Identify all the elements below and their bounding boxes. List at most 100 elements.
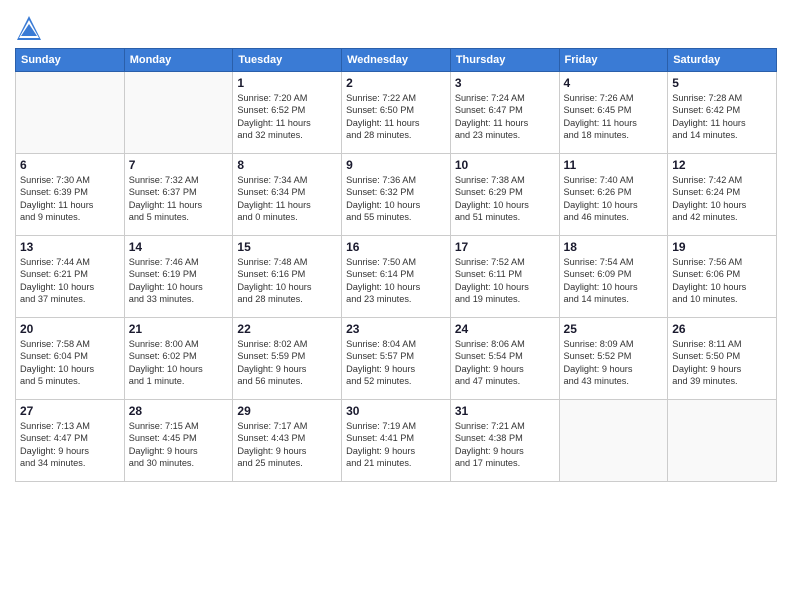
day-detail: Sunrise: 7:42 AM Sunset: 6:24 PM Dayligh… <box>672 174 772 224</box>
calendar-cell: 14 Sunrise: 7:46 AM Sunset: 6:19 PM Dayli… <box>124 236 233 318</box>
calendar-cell: 31 Sunrise: 7:21 AM Sunset: 4:38 PM Dayli… <box>450 400 559 482</box>
day-detail: Sunrise: 7:38 AM Sunset: 6:29 PM Dayligh… <box>455 174 555 224</box>
calendar-cell: 22 Sunrise: 8:02 AM Sunset: 5:59 PM Dayli… <box>233 318 342 400</box>
day-number: 17 <box>455 240 555 254</box>
header <box>15 10 777 42</box>
day-detail: Sunrise: 7:54 AM Sunset: 6:09 PM Dayligh… <box>564 256 664 306</box>
day-number: 31 <box>455 404 555 418</box>
day-number: 21 <box>129 322 229 336</box>
calendar-cell: 28Sunrise: 7:15 AM Sunset: 4:45 PM Dayli… <box>124 400 233 482</box>
calendar-cell <box>668 400 777 482</box>
day-detail: Sunrise: 7:22 AM Sunset: 6:50 PM Dayligh… <box>346 92 446 142</box>
day-detail: Sunrise: 7:26 AM Sunset: 6:45 PM Dayligh… <box>564 92 664 142</box>
calendar-header-row: SundayMondayTuesdayWednesdayThursdayFrid… <box>16 49 777 72</box>
calendar-cell: 19 Sunrise: 7:56 AM Sunset: 6:06 PM Dayli… <box>668 236 777 318</box>
day-detail: Sunrise: 8:09 AM Sunset: 5:52 PM Dayligh… <box>564 338 664 388</box>
day-number: 12 <box>672 158 772 172</box>
day-header-monday: Monday <box>124 49 233 72</box>
day-number: 16 <box>346 240 446 254</box>
day-number: 19 <box>672 240 772 254</box>
day-number: 9 <box>346 158 446 172</box>
day-number: 1 <box>237 76 337 90</box>
calendar-week-4: 20Sunrise: 7:58 AM Sunset: 6:04 PM Dayli… <box>16 318 777 400</box>
day-detail: Sunrise: 7:36 AM Sunset: 6:32 PM Dayligh… <box>346 174 446 224</box>
calendar-cell: 27Sunrise: 7:13 AM Sunset: 4:47 PM Dayli… <box>16 400 125 482</box>
day-header-saturday: Saturday <box>668 49 777 72</box>
day-detail: Sunrise: 7:46 AM Sunset: 6:19 PM Dayligh… <box>129 256 229 306</box>
day-detail: Sunrise: 8:06 AM Sunset: 5:54 PM Dayligh… <box>455 338 555 388</box>
day-number: 4 <box>564 76 664 90</box>
day-detail: Sunrise: 7:15 AM Sunset: 4:45 PM Dayligh… <box>129 420 229 470</box>
calendar-cell: 3 Sunrise: 7:24 AM Sunset: 6:47 PM Daylig… <box>450 72 559 154</box>
calendar-cell: 21 Sunrise: 8:00 AM Sunset: 6:02 PM Dayli… <box>124 318 233 400</box>
day-detail: Sunrise: 7:56 AM Sunset: 6:06 PM Dayligh… <box>672 256 772 306</box>
day-detail: Sunrise: 7:28 AM Sunset: 6:42 PM Dayligh… <box>672 92 772 142</box>
day-number: 26 <box>672 322 772 336</box>
calendar-table: SundayMondayTuesdayWednesdayThursdayFrid… <box>15 48 777 482</box>
calendar-cell: 26 Sunrise: 8:11 AM Sunset: 5:50 PM Dayli… <box>668 318 777 400</box>
day-detail: Sunrise: 7:48 AM Sunset: 6:16 PM Dayligh… <box>237 256 337 306</box>
day-number: 29 <box>237 404 337 418</box>
day-number: 8 <box>237 158 337 172</box>
calendar-cell: 11Sunrise: 7:40 AM Sunset: 6:26 PM Dayli… <box>559 154 668 236</box>
day-detail: Sunrise: 7:30 AM Sunset: 6:39 PM Dayligh… <box>20 174 120 224</box>
day-header-tuesday: Tuesday <box>233 49 342 72</box>
day-detail: Sunrise: 7:17 AM Sunset: 4:43 PM Dayligh… <box>237 420 337 470</box>
day-detail: Sunrise: 7:24 AM Sunset: 6:47 PM Dayligh… <box>455 92 555 142</box>
calendar-cell: 2 Sunrise: 7:22 AM Sunset: 6:50 PM Daylig… <box>342 72 451 154</box>
calendar-cell: 5 Sunrise: 7:28 AM Sunset: 6:42 PM Daylig… <box>668 72 777 154</box>
calendar-cell <box>16 72 125 154</box>
day-detail: Sunrise: 8:02 AM Sunset: 5:59 PM Dayligh… <box>237 338 337 388</box>
calendar-week-1: 1 Sunrise: 7:20 AM Sunset: 6:52 PM Daylig… <box>16 72 777 154</box>
day-detail: Sunrise: 7:40 AM Sunset: 6:26 PM Dayligh… <box>564 174 664 224</box>
day-detail: Sunrise: 7:58 AM Sunset: 6:04 PM Dayligh… <box>20 338 120 388</box>
day-header-wednesday: Wednesday <box>342 49 451 72</box>
calendar-week-3: 13 Sunrise: 7:44 AM Sunset: 6:21 PM Dayli… <box>16 236 777 318</box>
day-detail: Sunrise: 7:50 AM Sunset: 6:14 PM Dayligh… <box>346 256 446 306</box>
calendar-week-5: 27Sunrise: 7:13 AM Sunset: 4:47 PM Dayli… <box>16 400 777 482</box>
calendar-cell: 6 Sunrise: 7:30 AM Sunset: 6:39 PM Daylig… <box>16 154 125 236</box>
calendar-cell: 20Sunrise: 7:58 AM Sunset: 6:04 PM Dayli… <box>16 318 125 400</box>
calendar-cell: 24Sunrise: 8:06 AM Sunset: 5:54 PM Dayli… <box>450 318 559 400</box>
day-detail: Sunrise: 8:11 AM Sunset: 5:50 PM Dayligh… <box>672 338 772 388</box>
logo <box>15 14 47 42</box>
day-number: 22 <box>237 322 337 336</box>
calendar-cell: 1 Sunrise: 7:20 AM Sunset: 6:52 PM Daylig… <box>233 72 342 154</box>
calendar-cell: 23 Sunrise: 8:04 AM Sunset: 5:57 PM Dayli… <box>342 318 451 400</box>
day-header-friday: Friday <box>559 49 668 72</box>
calendar-cell: 29 Sunrise: 7:17 AM Sunset: 4:43 PM Dayli… <box>233 400 342 482</box>
logo-icon <box>15 14 43 42</box>
day-number: 10 <box>455 158 555 172</box>
day-number: 2 <box>346 76 446 90</box>
day-number: 25 <box>564 322 664 336</box>
calendar-cell: 18 Sunrise: 7:54 AM Sunset: 6:09 PM Dayli… <box>559 236 668 318</box>
calendar-cell <box>559 400 668 482</box>
day-detail: Sunrise: 7:20 AM Sunset: 6:52 PM Dayligh… <box>237 92 337 142</box>
day-header-sunday: Sunday <box>16 49 125 72</box>
day-number: 18 <box>564 240 664 254</box>
calendar-cell: 30Sunrise: 7:19 AM Sunset: 4:41 PM Dayli… <box>342 400 451 482</box>
day-number: 5 <box>672 76 772 90</box>
day-detail: Sunrise: 8:04 AM Sunset: 5:57 PM Dayligh… <box>346 338 446 388</box>
day-detail: Sunrise: 7:52 AM Sunset: 6:11 PM Dayligh… <box>455 256 555 306</box>
calendar-cell: 4 Sunrise: 7:26 AM Sunset: 6:45 PM Daylig… <box>559 72 668 154</box>
day-number: 23 <box>346 322 446 336</box>
calendar-cell: 25 Sunrise: 8:09 AM Sunset: 5:52 PM Dayli… <box>559 318 668 400</box>
calendar-cell: 7Sunrise: 7:32 AM Sunset: 6:37 PM Daylig… <box>124 154 233 236</box>
day-number: 30 <box>346 404 446 418</box>
calendar-cell: 10 Sunrise: 7:38 AM Sunset: 6:29 PM Dayli… <box>450 154 559 236</box>
calendar-cell: 16 Sunrise: 7:50 AM Sunset: 6:14 PM Dayli… <box>342 236 451 318</box>
day-number: 13 <box>20 240 120 254</box>
day-number: 15 <box>237 240 337 254</box>
calendar-cell: 17 Sunrise: 7:52 AM Sunset: 6:11 PM Dayli… <box>450 236 559 318</box>
day-number: 3 <box>455 76 555 90</box>
day-number: 14 <box>129 240 229 254</box>
calendar-cell: 12 Sunrise: 7:42 AM Sunset: 6:24 PM Dayli… <box>668 154 777 236</box>
day-detail: Sunrise: 7:44 AM Sunset: 6:21 PM Dayligh… <box>20 256 120 306</box>
day-detail: Sunrise: 7:21 AM Sunset: 4:38 PM Dayligh… <box>455 420 555 470</box>
day-detail: Sunrise: 8:00 AM Sunset: 6:02 PM Dayligh… <box>129 338 229 388</box>
day-number: 6 <box>20 158 120 172</box>
calendar-cell: 9 Sunrise: 7:36 AM Sunset: 6:32 PM Daylig… <box>342 154 451 236</box>
day-number: 27 <box>20 404 120 418</box>
calendar-cell: 13 Sunrise: 7:44 AM Sunset: 6:21 PM Dayli… <box>16 236 125 318</box>
